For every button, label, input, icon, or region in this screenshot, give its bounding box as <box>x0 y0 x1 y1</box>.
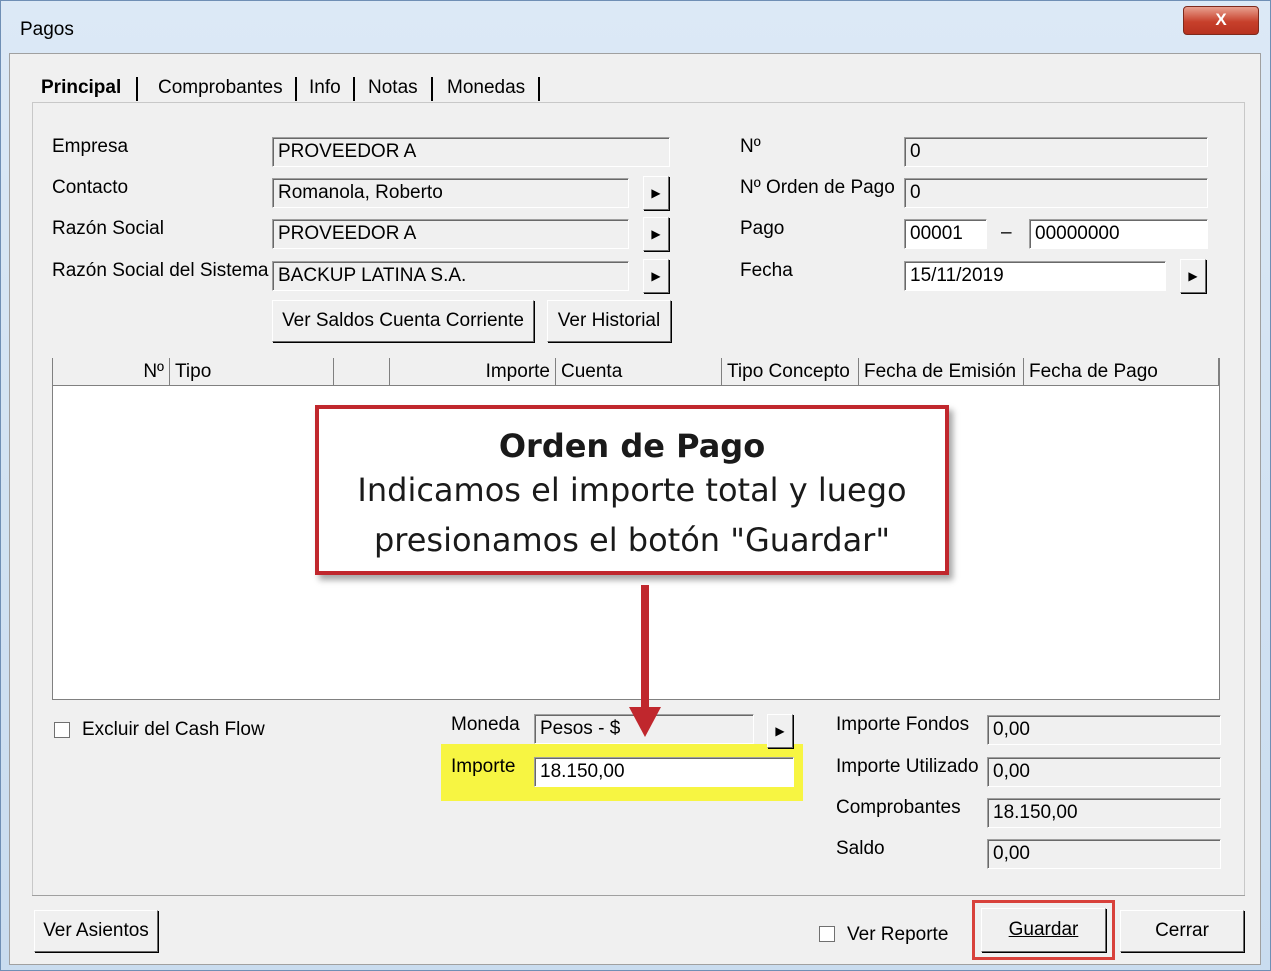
razon-social-field[interactable]: PROVEEDOR A <box>272 219 629 249</box>
tab-separator <box>538 77 540 101</box>
arrow-right-icon: ▶ <box>651 186 661 200</box>
grid-col-numero[interactable]: Nº <box>53 358 170 386</box>
importe-field[interactable]: 18.150,00 <box>534 757 794 787</box>
empresa-label: Empresa <box>52 136 129 157</box>
contacto-label: Contacto <box>52 177 129 198</box>
contacto-select-button[interactable]: ▶ <box>643 176 669 210</box>
guardar-button[interactable]: Guardar <box>981 908 1106 952</box>
tab-principal[interactable]: Principal <box>31 73 131 103</box>
pago-separator: – <box>1001 222 1012 243</box>
callout-arrow <box>641 585 649 710</box>
grid-col-cuenta[interactable]: Cuenta <box>556 358 722 386</box>
moneda-label: Moneda <box>451 714 520 735</box>
footer-divider <box>32 895 1245 896</box>
razon-social-sistema-label: Razón Social del Sistema <box>52 260 269 281</box>
importe-utilizado-label: Importe Utilizado <box>836 756 979 777</box>
ver-reporte-checkbox[interactable] <box>819 926 835 942</box>
fecha-label: Fecha <box>740 260 793 281</box>
moneda-select-button[interactable]: ▶ <box>767 714 793 748</box>
importe-fondos-label: Importe Fondos <box>836 714 970 735</box>
ver-reporte-label: Ver Reporte <box>847 924 949 945</box>
excluir-cash-flow-label: Excluir del Cash Flow <box>82 719 265 740</box>
razon-social-sistema-select-button[interactable]: ▶ <box>643 259 669 293</box>
saldo-field: 0,00 <box>987 839 1221 869</box>
grid-col-fecha-pago[interactable]: Fecha de Pago <box>1024 358 1219 386</box>
instruction-callout: Orden de Pago Indicamos el importe total… <box>315 405 949 575</box>
orden-pago-field[interactable]: 0 <box>904 178 1208 208</box>
orden-pago-label: Nº Orden de Pago <box>740 177 895 198</box>
tab-separator <box>353 77 355 101</box>
fecha-picker-button[interactable]: ▶ <box>1180 259 1206 293</box>
razon-social-select-button[interactable]: ▶ <box>643 217 669 251</box>
tab-separator <box>136 77 138 101</box>
arrow-right-icon: ▶ <box>651 227 661 241</box>
callout-line-1: Indicamos el importe total y luego <box>357 471 907 509</box>
importe-utilizado-field: 0,00 <box>987 757 1221 787</box>
fecha-field[interactable]: 15/11/2019 <box>904 261 1166 291</box>
window-title: Pagos <box>20 19 74 40</box>
comprobantes-label: Comprobantes <box>836 797 961 818</box>
ver-historial-button[interactable]: Ver Historial <box>547 300 671 342</box>
saldo-label: Saldo <box>836 838 885 859</box>
arrow-right-icon: ▶ <box>651 269 661 283</box>
grid-col-tipo[interactable]: Tipo <box>170 358 334 386</box>
contacto-field[interactable]: Romanola, Roberto <box>272 178 629 208</box>
tab-separator <box>431 77 433 101</box>
importe-fondos-field: 0,00 <box>987 715 1221 745</box>
excluir-cash-flow-checkbox[interactable] <box>54 722 70 738</box>
pago-punto-venta-field[interactable]: 00001 <box>904 219 987 249</box>
comprobantes-total-field: 18.150,00 <box>987 798 1221 828</box>
callout-arrow-head <box>629 707 661 737</box>
grid-col-importe[interactable]: Importe <box>390 358 556 386</box>
arrow-right-icon: ▶ <box>775 724 785 738</box>
razon-social-sistema-field[interactable]: BACKUP LATINA S.A. <box>272 261 629 291</box>
pago-label: Pago <box>740 218 785 239</box>
title-bar[interactable] <box>0 0 1271 55</box>
cerrar-button[interactable]: Cerrar <box>1120 910 1244 952</box>
numero-label: Nº <box>740 136 761 157</box>
grid-col-fecha-emision[interactable]: Fecha de Emisión <box>859 358 1024 386</box>
tab-comprobantes[interactable]: Comprobantes <box>148 73 293 103</box>
callout-line-2: presionamos el botón "Guardar" <box>373 521 891 559</box>
grid-col-blank[interactable] <box>334 358 390 386</box>
tab-monedas[interactable]: Monedas <box>437 73 535 103</box>
tab-notas[interactable]: Notas <box>358 73 428 103</box>
empresa-field[interactable]: PROVEEDOR A <box>272 137 670 167</box>
callout-heading: Orden de Pago <box>498 427 766 465</box>
pago-numero-field[interactable]: 00000000 <box>1029 219 1208 249</box>
grid-col-tipo-concepto[interactable]: Tipo Concepto <box>722 358 859 386</box>
numero-field[interactable]: 0 <box>904 137 1208 167</box>
close-button[interactable]: X <box>1183 6 1259 35</box>
tab-separator <box>295 77 297 101</box>
close-icon: X <box>1215 10 1227 29</box>
arrow-right-icon: ▶ <box>1188 269 1198 283</box>
razon-social-label: Razón Social <box>52 218 164 239</box>
ver-saldos-button[interactable]: Ver Saldos Cuenta Corriente <box>272 300 534 342</box>
ver-asientos-button[interactable]: Ver Asientos <box>34 910 158 952</box>
importe-label: Importe <box>451 756 516 777</box>
tab-info[interactable]: Info <box>299 73 351 103</box>
